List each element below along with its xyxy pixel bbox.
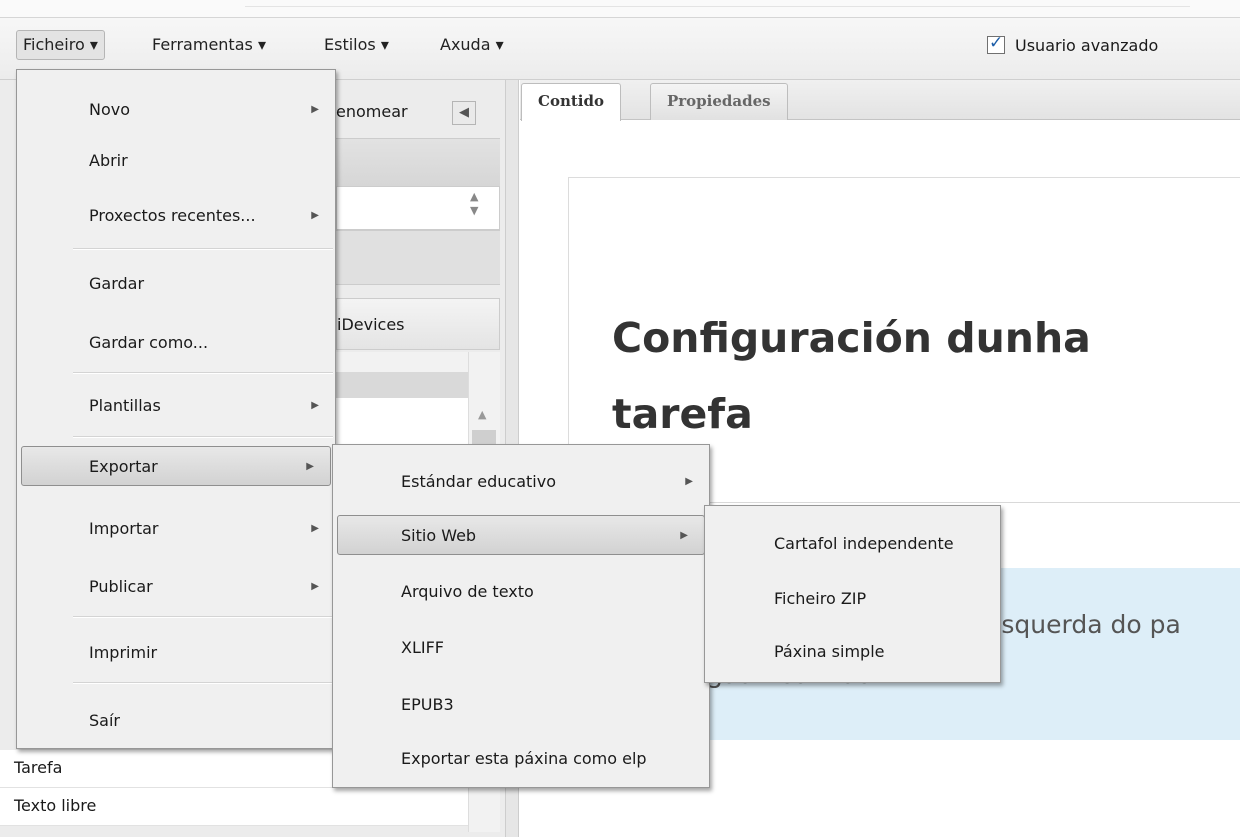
tab-propiedades[interactable]: Propiedades [650, 83, 788, 120]
menu-item-novo[interactable]: Novo ▶ [17, 90, 335, 130]
menu-item-arquivo-de-texto[interactable]: Arquivo de texto [333, 572, 709, 612]
submenu-arrow-icon: ▶ [311, 210, 319, 221]
menu-item-label: Cartafol independente [774, 534, 954, 553]
menu-estilos[interactable]: Estilos ▾ [318, 30, 395, 60]
menu-item-label: Publicar [89, 577, 153, 596]
menu-item-label: Saír [89, 711, 120, 730]
menu-item-label: Sitio Web [401, 526, 477, 545]
menu-item-label: Importar [89, 519, 159, 538]
idevices-column-header [336, 372, 468, 398]
menu-separator [73, 616, 333, 618]
menu-item-ficheiro-zip[interactable]: Ficheiro ZIP [705, 579, 1000, 619]
menu-item-label: Novo [89, 100, 131, 119]
menu-separator [73, 248, 333, 250]
submenu-arrow-icon: ▶ [680, 530, 688, 541]
chevron-down-icon: ▾ [380, 35, 389, 54]
tab-bar [520, 80, 1240, 120]
menu-item-label: EPUB3 [401, 695, 454, 714]
idevices-panel-header[interactable]: iDevices [336, 298, 500, 350]
page-title: Configuración dunha tarefa [612, 300, 1232, 452]
menu-item-label: Proxectos recentes... [89, 206, 256, 225]
menu-item-label: Páxina simple [774, 642, 885, 661]
rename-button-label[interactable]: enomear [336, 98, 408, 126]
submenu-arrow-icon: ▶ [311, 581, 319, 592]
tab-contido[interactable]: Contido [521, 83, 621, 121]
scroll-up-icon[interactable]: ▲ [478, 408, 486, 421]
advanced-user-checkbox[interactable]: ✓ [987, 33, 1005, 54]
checkmark-icon: ✓ [989, 33, 1004, 53]
menu-item-label: Imprimir [89, 643, 158, 662]
menu-item-label: Arquivo de texto [401, 582, 534, 601]
page-title-line2: tarefa [612, 390, 753, 438]
menu-item-cartafol-independente[interactable]: Cartafol independente [705, 524, 1000, 564]
menu-item-proxectos-recentes[interactable]: Proxectos recentes... ▶ [17, 196, 335, 236]
menu-estilos-label: Estilos [324, 35, 376, 54]
menu-ficheiro[interactable]: Ficheiro ▾ [16, 30, 105, 60]
menu-item-exportar-esta-paxina[interactable]: Exportar esta páxina como elp [333, 739, 709, 779]
menu-item-gardar[interactable]: Gardar [17, 264, 335, 304]
menu-ferramentas[interactable]: Ferramentas ▾ [146, 30, 272, 60]
sitio-web-submenu: Cartafol independente Ficheiro ZIP Páxin… [704, 505, 1001, 683]
outline-toolbar [336, 230, 500, 285]
menu-ferramentas-label: Ferramentas [152, 35, 253, 54]
outline-header [336, 138, 500, 186]
collapse-arrow-icon[interactable]: ◀ [452, 101, 476, 125]
menu-item-label: Exportar [89, 457, 158, 476]
list-item[interactable]: Texto libre [0, 788, 468, 826]
advanced-user-label[interactable]: Usuario avanzado [1015, 36, 1158, 56]
chevron-down-icon: ▾ [257, 35, 266, 54]
menu-item-gardar-como[interactable]: Gardar como... [17, 323, 335, 363]
menu-item-label: Gardar como... [89, 333, 209, 352]
chevron-down-icon: ▾ [495, 35, 504, 54]
page-title-line1: Configuración dunha [612, 314, 1091, 362]
exportar-submenu: Estándar educativo ▶ Sitio Web ▶ Arquivo… [332, 444, 710, 788]
menu-item-label: Gardar [89, 274, 145, 293]
menu-separator [73, 682, 333, 684]
top-divider [245, 6, 1190, 7]
menu-item-imprimir[interactable]: Imprimir [17, 633, 335, 673]
submenu-arrow-icon: ▶ [311, 104, 319, 115]
menu-item-xliff[interactable]: XLIFF [333, 628, 709, 668]
menu-item-abrir[interactable]: Abrir [17, 141, 335, 181]
submenu-arrow-icon: ▶ [311, 523, 319, 534]
menu-item-label: Ficheiro ZIP [774, 589, 867, 608]
menu-item-sair[interactable]: Saír [17, 701, 335, 741]
menu-ficheiro-mnemonic: Ficheiro [23, 35, 85, 54]
chevron-down-icon: ▾ [89, 35, 98, 54]
menu-item-sitio-web[interactable]: Sitio Web ▶ [337, 515, 705, 555]
menu-item-publicar[interactable]: Publicar ▶ [17, 567, 335, 607]
menu-separator [73, 372, 333, 374]
menu-item-label: Estándar educativo [401, 472, 557, 491]
submenu-arrow-icon: ▶ [306, 461, 314, 472]
menu-item-estandar-educativo[interactable]: Estándar educativo ▶ [333, 462, 709, 502]
window-top-strip [0, 0, 1240, 18]
menu-axuda[interactable]: Axuda ▾ [434, 30, 510, 60]
submenu-arrow-icon: ▶ [685, 476, 693, 487]
menu-item-label: Abrir [89, 151, 128, 170]
menu-item-exportar[interactable]: Exportar ▶ [21, 446, 331, 486]
menu-axuda-label: Axuda [440, 35, 491, 54]
menu-item-paxina-simple[interactable]: Páxina simple [705, 632, 1000, 672]
menu-item-epub3[interactable]: EPUB3 [333, 685, 709, 725]
submenu-arrow-icon: ▶ [311, 400, 319, 411]
menu-item-label: Exportar esta páxina como elp [401, 749, 647, 768]
menu-item-importar[interactable]: Importar ▶ [17, 509, 335, 549]
menu-item-label: Plantillas [89, 396, 161, 415]
menu-item-plantillas[interactable]: Plantillas ▶ [17, 386, 335, 426]
menu-separator [73, 436, 333, 438]
menu-item-label: XLIFF [401, 638, 444, 657]
ficheiro-menu: Novo ▶ Abrir Proxectos recentes... ▶ Gar… [16, 69, 336, 749]
spinner-icon[interactable]: ▲▼ [470, 190, 482, 218]
